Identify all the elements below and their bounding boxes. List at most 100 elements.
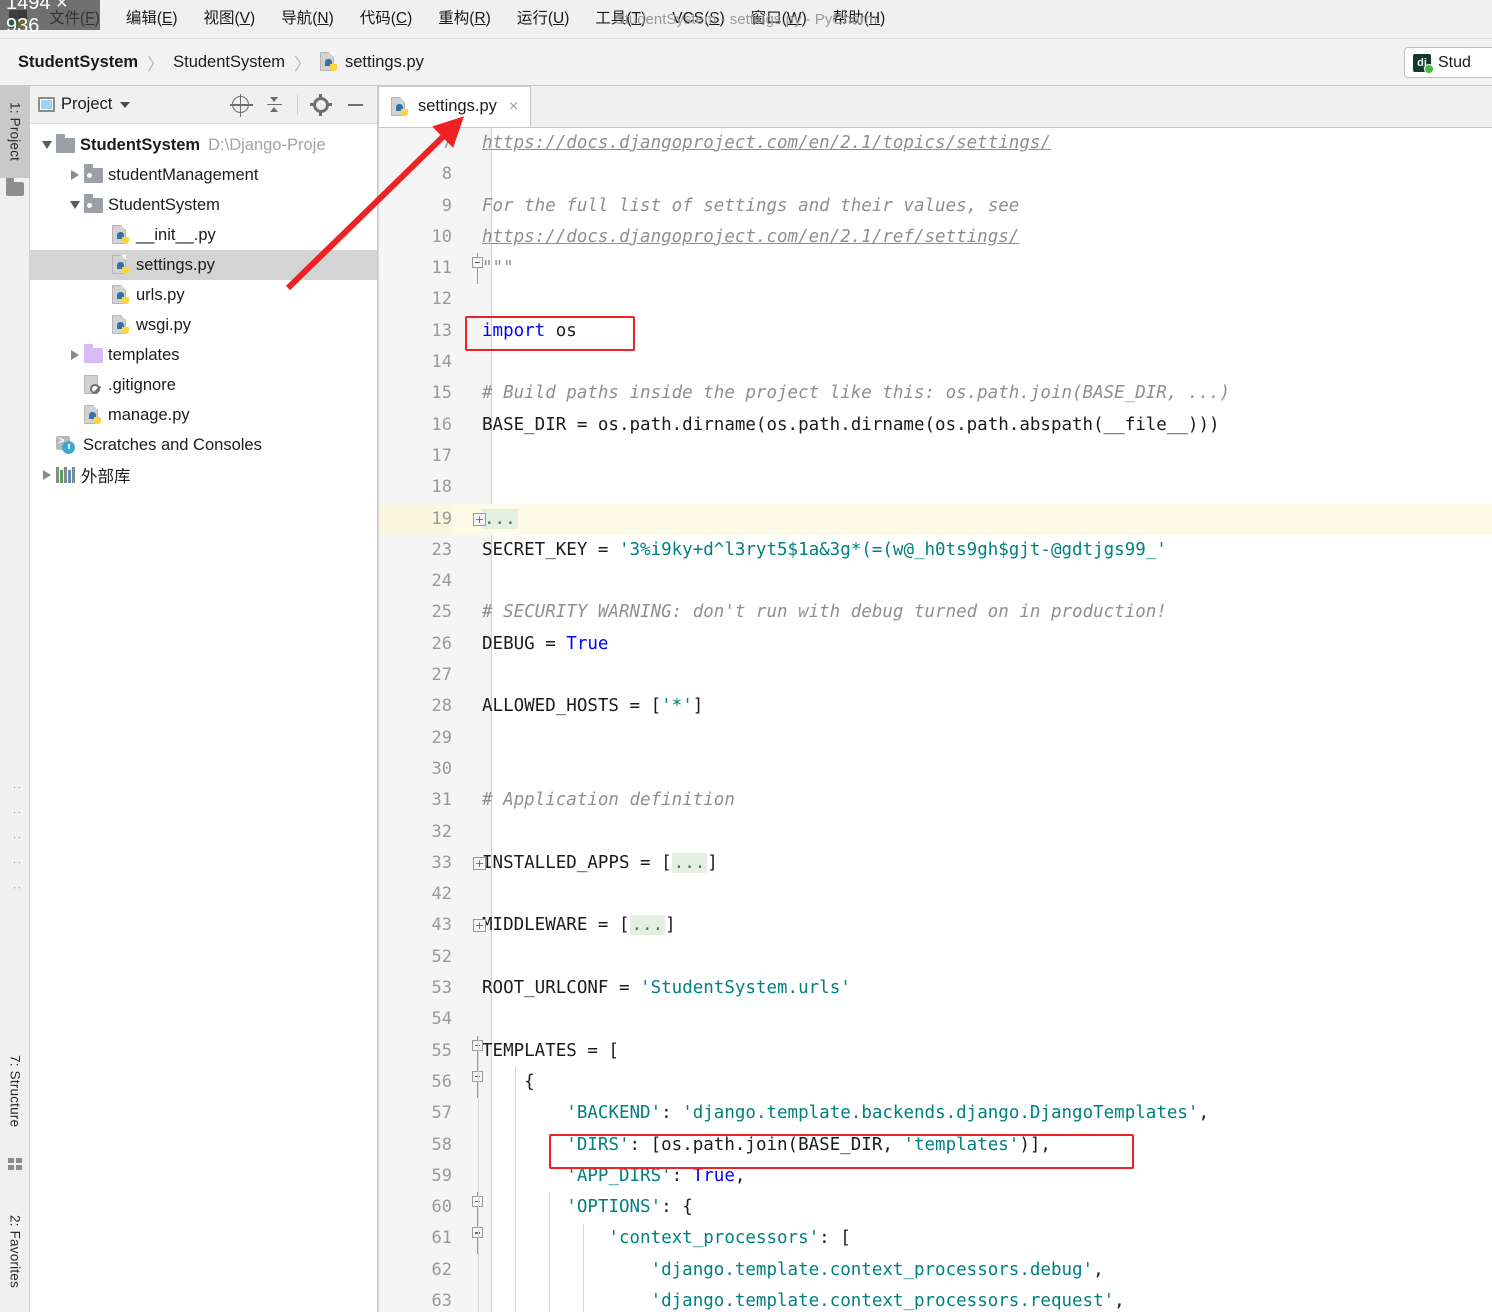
tree-item-studentsystem[interactable]: StudentSystem — [30, 190, 377, 220]
locate-icon[interactable] — [226, 92, 254, 118]
tree-item-path: D:\Django-Proje — [208, 135, 326, 154]
project-tool-window: Project StudentSystem D:\Django-Proje stud… — [30, 86, 378, 1312]
code-token-txt: BASE_DIR = os.path.dirname(os.path.dirna… — [482, 414, 1220, 435]
collapse-arrow-icon[interactable] — [66, 201, 84, 209]
code-line-42[interactable]: 42 — [378, 879, 1492, 910]
code-line-9[interactable]: 9 For the full list of settings and their… — [378, 191, 1492, 222]
tree-item-manage-py[interactable]: manage.py — [30, 400, 377, 430]
code-line-52[interactable]: 52 — [378, 942, 1492, 973]
menu-item-2[interactable]: 编辑(E) — [113, 5, 191, 33]
code-line-19[interactable]: 19... + — [378, 503, 1492, 535]
expand-arrow-icon[interactable] — [66, 170, 84, 180]
fold-expand-icon[interactable]: + — [473, 856, 486, 870]
code-line-43[interactable]: 43 MIDDLEWARE = [...] + — [378, 910, 1492, 941]
line-number: 9 — [441, 195, 452, 216]
menu-item-3[interactable]: 视图(V) — [191, 5, 269, 33]
code-line-33[interactable]: 33 INSTALLED_APPS = [...] + — [378, 848, 1492, 879]
line-number: 14 — [431, 352, 452, 373]
code-line-17[interactable]: 17 — [378, 441, 1492, 472]
code-line-11[interactable]: 11 """ — [378, 253, 1492, 285]
menu-item-5[interactable]: 代码(C) — [347, 5, 426, 33]
code-line-56[interactable]: 56 { — [378, 1066, 1492, 1098]
code-line-18[interactable]: 18 — [378, 472, 1492, 503]
hide-icon[interactable] — [341, 92, 369, 118]
menu-item-8[interactable]: 工具(T) — [582, 5, 659, 33]
breadcrumb[interactable]: StudentSystem 〉 StudentSystem 〉 settings.py — [0, 50, 424, 75]
tree-item-settings-py[interactable]: settings.py — [30, 250, 377, 280]
code-line-24[interactable]: 24 — [378, 566, 1492, 597]
tree-item-templates[interactable]: templates — [30, 340, 377, 370]
tree-item--gitignore[interactable]: .gitignore — [30, 370, 377, 400]
code-line-16[interactable]: 16 BASE_DIR = os.path.dirname(os.path.dir… — [378, 410, 1492, 441]
fold-expand-icon[interactable]: + — [473, 919, 486, 933]
code-line-32[interactable]: 32 — [378, 817, 1492, 848]
menu-item-11[interactable]: 帮助(H) — [820, 5, 899, 33]
code-line-59[interactable]: 59 'APP_DIRS': True, — [378, 1161, 1492, 1192]
code-line-63[interactable]: 63 'django.template.context_processors.r… — [378, 1286, 1492, 1312]
menu-item-4[interactable]: 导航(N) — [268, 5, 347, 33]
tree-item-studentsystem[interactable]: StudentSystem D:\Django-Proje — [30, 130, 377, 160]
collapse-all-icon[interactable] — [260, 92, 288, 118]
fold-collapse-icon[interactable] — [472, 253, 483, 285]
collapse-arrow-icon[interactable] — [38, 141, 56, 149]
tool-button-project[interactable]: 1: Project — [0, 86, 30, 178]
code-line-27[interactable]: 27 — [378, 660, 1492, 691]
tree-item-scratches-and-consoles[interactable]: Scratches and Consoles — [30, 430, 377, 460]
run-configuration-selector[interactable]: dj Stud — [1404, 47, 1492, 78]
fold-expand-icon[interactable]: + — [473, 512, 486, 526]
code-line-61[interactable]: 61 'context_processors': [ — [378, 1223, 1492, 1255]
breadcrumb-item-2[interactable]: StudentSystem — [173, 53, 285, 72]
code-line-23[interactable]: 23 SECRET_KEY = '3%i9ky+d^l3ryt5$1a&3g*(=… — [378, 535, 1492, 566]
code-token-txt: { — [482, 1071, 535, 1092]
line-number: 62 — [431, 1259, 452, 1280]
code-line-14[interactable]: 14 — [378, 347, 1492, 378]
gear-icon[interactable] — [307, 92, 335, 118]
chevron-down-icon[interactable] — [120, 101, 131, 108]
tree-item-wsgi-py[interactable]: wsgi.py — [30, 310, 377, 340]
tree-item---init---py[interactable]: __init__.py — [30, 220, 377, 250]
code-line-53[interactable]: 53 ROOT_URLCONF = 'StudentSystem.urls' — [378, 973, 1492, 1004]
code-line-12[interactable]: 12 — [378, 284, 1492, 315]
close-icon[interactable]: × — [509, 98, 518, 116]
breadcrumb-item-3[interactable]: settings.py — [320, 52, 424, 72]
code-line-7[interactable]: 7 https://docs.djangoproject.com/en/2.1/t… — [378, 128, 1492, 159]
code-line-58[interactable]: 58 'DIRS': [os.path.join(BASE_DIR, 'temp… — [378, 1130, 1492, 1161]
tree-item-studentmanagement[interactable]: studentManagement — [30, 160, 377, 190]
tool-button-structure[interactable]: 7: Structure — [0, 1036, 30, 1146]
menu-item-10[interactable]: 窗口(W) — [738, 5, 820, 33]
code-line-60[interactable]: 60 'OPTIONS': { — [378, 1192, 1492, 1224]
breadcrumb-item-1[interactable]: StudentSystem — [18, 53, 138, 72]
menu-item-9[interactable]: VCS(S) — [659, 5, 738, 33]
source-folder-icon — [84, 164, 103, 183]
editor-tab-settings-py[interactable]: settings.py × — [378, 86, 532, 127]
code-line-15[interactable]: 15 # Build paths inside the project like … — [378, 378, 1492, 409]
code-line-25[interactable]: 25 # SECURITY WARNING: don't run with deb… — [378, 597, 1492, 628]
code-line-54[interactable]: 54 — [378, 1004, 1492, 1035]
code-line-8[interactable]: 8 — [378, 159, 1492, 190]
code-text: # SECURITY WARNING: don't run with debug… — [482, 597, 1167, 628]
code-line-13[interactable]: 13 import os — [378, 316, 1492, 347]
code-line-26[interactable]: 26 DEBUG = True — [378, 629, 1492, 660]
menu-item-7[interactable]: 运行(U) — [504, 5, 583, 33]
code-line-28[interactable]: 28 ALLOWED_HOSTS = ['*'] — [378, 691, 1492, 722]
tool-button-favorites[interactable]: 2: Favorites — [0, 1196, 30, 1306]
code-token-txt: , — [1093, 1259, 1104, 1280]
expand-arrow-icon[interactable] — [66, 350, 84, 360]
code-view[interactable]: 7 https://docs.djangoproject.com/en/2.1/t… — [378, 128, 1492, 1312]
menu-bar[interactable]: 文件(F)编辑(E)视图(V)导航(N)代码(C)重构(R)运行(U)工具(T)… — [36, 5, 898, 33]
expand-arrow-icon[interactable] — [38, 470, 56, 480]
code-line-31[interactable]: 31 # Application definition — [378, 785, 1492, 816]
code-line-30[interactable]: 30 — [378, 754, 1492, 785]
code-line-10[interactable]: 10 https://docs.djangoproject.com/en/2.1/… — [378, 222, 1492, 253]
code-line-29[interactable]: 29 — [378, 723, 1492, 754]
tree-item-urls-py[interactable]: urls.py — [30, 280, 377, 310]
menu-item-6[interactable]: 重构(R) — [425, 5, 504, 33]
code-token-str: 'context_processors' — [608, 1228, 820, 1249]
tree-item----[interactable]: 外部库 — [30, 460, 377, 490]
project-tree[interactable]: StudentSystem D:\Django-Proje studentManag… — [30, 124, 377, 490]
code-line-62[interactable]: 62 'django.template.context_processors.d… — [378, 1255, 1492, 1286]
code-line-55[interactable]: 55 TEMPLATES = [ — [378, 1035, 1492, 1067]
code-line-57[interactable]: 57 'BACKEND': 'django.template.backends.… — [378, 1098, 1492, 1129]
code-token-txt: , — [1114, 1290, 1125, 1311]
